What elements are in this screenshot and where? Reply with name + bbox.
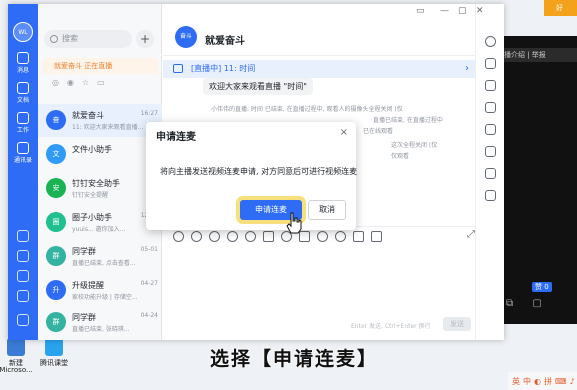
request-mic-dialog: 申请连麦 × 将向主播发送视频连麦申请, 对方同意后可进行视频连麦 申请连麦 取…: [146, 122, 358, 230]
tray-item[interactable]: 拼: [544, 376, 552, 387]
modal-layer: 申请连麦 × 将向主播发送视频连麦申请, 对方同意后可进行视频连麦 申请连麦 取…: [0, 0, 577, 390]
tray-item[interactable]: ♪: [570, 377, 575, 386]
tray-item[interactable]: ⌨: [555, 377, 567, 386]
cancel-button[interactable]: 取消: [308, 200, 346, 220]
tray-item[interactable]: ◐: [534, 377, 541, 386]
dialog-title: 申请连麦: [156, 132, 196, 143]
dialog-body: 将向主播发送视频连麦申请, 对方同意后可进行视频连麦: [160, 167, 358, 176]
tray-item[interactable]: 英: [512, 376, 520, 387]
system-tray: 英 中 ◐ 拼 ⌨ ♪: [508, 372, 577, 390]
hand-cursor-icon: [286, 212, 302, 234]
tray-item[interactable]: 中: [523, 376, 531, 387]
video-subtitle: 选择【申请连麦】: [210, 348, 379, 370]
close-icon[interactable]: ×: [340, 127, 348, 138]
